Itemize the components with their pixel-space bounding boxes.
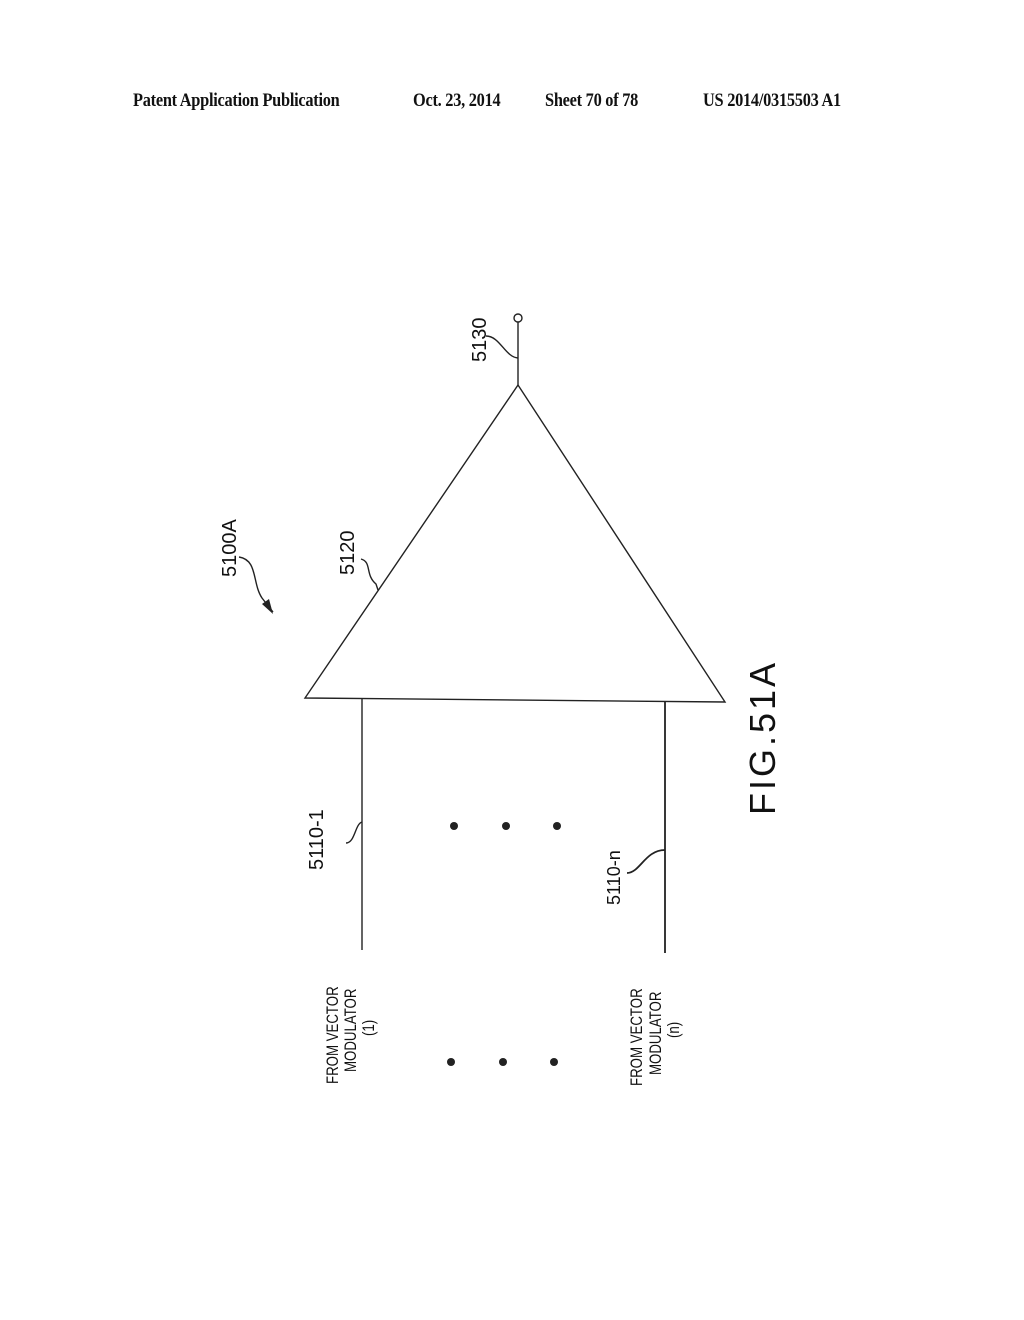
figure-caption: FIG.51A (742, 660, 783, 815)
source-n-line3: (n) (665, 1022, 684, 1038)
ellipsis-dot (550, 1058, 558, 1066)
amplifier-triangle (303, 383, 727, 703)
source-label-1: FROM VECTOR MODULATOR (1) (324, 986, 379, 1084)
source-n-line1: FROM VECTOR (628, 988, 647, 1086)
source-1-line1: FROM VECTOR (324, 986, 343, 1084)
source-1-line3: (1) (360, 1020, 379, 1036)
leader-5110-1 (345, 821, 363, 844)
ref-5110-n: 5110-n (604, 850, 624, 905)
ref-5100a: 5100A (219, 519, 241, 577)
leader-5120 (360, 558, 379, 591)
output-terminal (513, 313, 523, 323)
ref-5130: 5130 (469, 318, 491, 363)
ellipsis-dot (447, 1058, 455, 1066)
ellipsis-dot (450, 822, 458, 830)
leader-5110-n (626, 849, 666, 874)
ref-5120: 5120 (337, 531, 359, 576)
source-1-line2: MODULATOR (342, 989, 361, 1072)
source-n-line2: MODULATOR (647, 992, 666, 1075)
ellipsis-dot (499, 1058, 507, 1066)
ellipsis-dot (553, 822, 561, 830)
ellipsis-dot (502, 822, 510, 830)
source-label-n: FROM VECTOR MODULATOR (n) (628, 988, 684, 1086)
ref-5110-1: 5110-1 (306, 809, 328, 870)
figure-diagram: 5100A 5120 5130 5110-1 5110-n FROM VECTO… (219, 313, 783, 1086)
arrowhead-icon (262, 599, 273, 614)
